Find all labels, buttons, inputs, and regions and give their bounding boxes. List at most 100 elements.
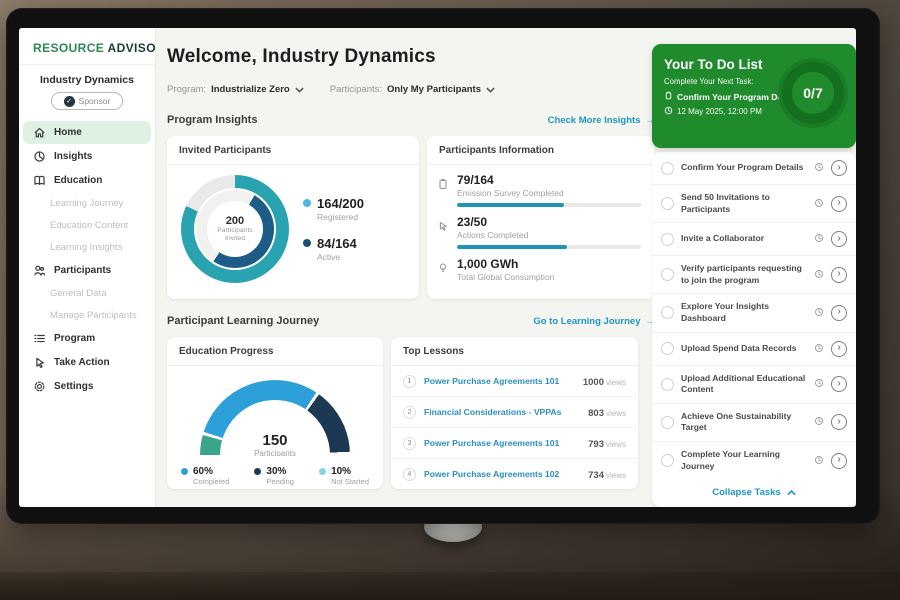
collapse-tasks-link[interactable]: Collapse Tasks <box>652 479 856 507</box>
timer-icon <box>814 340 824 358</box>
program-dropdown[interactable]: Program: Industrialize Zero <box>167 80 304 98</box>
link-label: Go to Learning Journey <box>533 316 640 327</box>
info-body: 79/164 Emission Survey Completed 23/50 A… <box>427 165 655 282</box>
task-checkbox[interactable] <box>661 268 674 281</box>
lesson-rank: 3 <box>403 437 416 450</box>
registered-dot <box>303 199 311 207</box>
task-row: Upload Spend Data Records › <box>652 333 856 366</box>
chevron-down-icon <box>486 80 495 98</box>
list-icon <box>33 332 46 345</box>
chevron-right-button[interactable]: › <box>831 196 847 212</box>
sponsor-badge: ✓ Sponsor <box>51 92 123 110</box>
task-row: Confirm Your Program Details › <box>652 152 856 185</box>
sidebar-item-settings[interactable]: Settings <box>23 375 151 398</box>
check-more-insights-link[interactable]: Check More Insights → <box>548 115 655 126</box>
not-started-value: 10% <box>331 466 369 477</box>
task-label: Verify participants requesting to join t… <box>681 263 807 286</box>
task-checkbox[interactable] <box>661 233 674 246</box>
participants-information-card: Participants Information 79/164 Emission… <box>427 136 655 299</box>
task-checkbox[interactable] <box>661 342 674 355</box>
invited-participants-card: Invited Participants 200 Participants In… <box>167 136 419 299</box>
task-checkbox[interactable] <box>661 306 674 319</box>
lesson-row: 3 Power Purchase Agreements 101 793views <box>391 428 638 459</box>
sidebar-item-manage-participants[interactable]: Manage Participants <box>23 305 151 326</box>
info-row-actions: 23/50 Actions Completed <box>437 215 641 249</box>
card-title: Participants Information <box>427 136 655 165</box>
timer-icon <box>814 375 824 393</box>
task-checkbox[interactable] <box>661 197 674 210</box>
program-label: Program: <box>167 84 206 95</box>
lesson-link[interactable]: Power Purchase Agreements 101 <box>424 438 580 448</box>
pending-value: 30% <box>266 466 294 477</box>
views-suffix: views <box>606 471 626 480</box>
completed-dot <box>181 468 188 475</box>
views-suffix: views <box>606 409 626 418</box>
app-logo: RESOURCE ADVISOR+ <box>19 28 155 65</box>
survey-progress-track <box>457 203 641 207</box>
task-label: Explore Your Insights Dashboard <box>681 301 807 324</box>
chevron-right-button[interactable]: › <box>831 453 847 469</box>
go-to-learning-journey-link[interactable]: Go to Learning Journey → <box>533 316 655 327</box>
task-checkbox[interactable] <box>661 416 674 429</box>
timer-icon <box>814 266 824 284</box>
sidebar-item-insights[interactable]: Insights <box>23 145 151 168</box>
section-title: Program Insights <box>167 114 257 126</box>
sidebar-item-learning-journey[interactable]: Learning Journey <box>23 193 151 214</box>
sidebar-item-general-data[interactable]: General Data <box>23 283 151 304</box>
task-label: Complete Your Learning Journey <box>681 449 807 472</box>
lesson-link[interactable]: Financial Considerations - VPPAs <box>424 407 580 417</box>
sidebar-item-education[interactable]: Education <box>23 169 151 192</box>
task-label: Send 50 Invitations to Participants <box>681 192 807 215</box>
clock-icon <box>664 106 673 117</box>
todo-progress-badge: 0/7 <box>782 62 844 124</box>
participants-dropdown[interactable]: Participants: Only My Participants <box>330 80 495 98</box>
sidebar-nav: Home Insights Education Learning Journey <box>19 118 155 401</box>
task-checkbox[interactable] <box>661 454 674 467</box>
lesson-rank: 2 <box>403 406 416 419</box>
lightbulb-icon <box>437 257 450 282</box>
lesson-views: 803 <box>588 408 604 419</box>
sidebar: RESOURCE ADVISOR+ Industry Dynamics ✓ Sp… <box>19 28 156 507</box>
sidebar-item-participants[interactable]: Participants <box>23 259 151 282</box>
participants-value: Only My Participants <box>387 84 481 95</box>
chevron-right-button[interactable]: › <box>831 414 847 430</box>
lesson-views: 734 <box>588 470 604 481</box>
chevron-right-button[interactable]: › <box>831 231 847 247</box>
chevron-right-button[interactable]: › <box>831 267 847 283</box>
lesson-row: 4 Power Purchase Agreements 102 734views <box>391 459 638 489</box>
chevron-right-button[interactable]: › <box>831 376 847 392</box>
chevron-down-icon <box>295 80 304 98</box>
timer-icon <box>814 159 824 177</box>
chevron-right-button[interactable]: › <box>831 305 847 321</box>
lesson-link[interactable]: Power Purchase Agreements 102 <box>424 469 580 479</box>
chevron-right-button[interactable]: › <box>831 341 847 357</box>
cursor-click-icon <box>437 215 450 249</box>
task-label: Invite a Collaborator <box>681 233 807 245</box>
task-checkbox[interactable] <box>661 162 674 175</box>
gear-icon <box>33 380 46 393</box>
sidebar-item-learning-insights[interactable]: Learning Insights <box>23 237 151 258</box>
photo-background: RESOURCE ADVISOR+ Industry Dynamics ✓ Sp… <box>0 0 900 600</box>
sidebar-item-take-action[interactable]: Take Action <box>23 351 151 374</box>
task-label: Upload Additional Educational Content <box>681 373 807 396</box>
legend-completed: 60% Completed <box>181 466 229 486</box>
task-checkbox[interactable] <box>661 378 674 391</box>
program-value: Industrialize Zero <box>211 84 290 95</box>
lesson-link[interactable]: Power Purchase Agreements 101 <box>424 376 575 386</box>
link-label: Check More Insights <box>548 115 641 126</box>
timer-icon <box>814 230 824 248</box>
top-lessons-card: Top Lessons 1 Power Purchase Agreements … <box>391 337 638 489</box>
sidebar-item-education-content[interactable]: Education Content <box>23 215 151 236</box>
chevron-right-button[interactable]: › <box>831 160 847 176</box>
home-icon <box>33 126 46 139</box>
todo-tasks-card: Confirm Your Program Details › Send 50 I… <box>652 152 856 507</box>
donut-legend: 164/200 Registered 84/164 Active <box>303 196 364 262</box>
sidebar-item-label: Take Action <box>54 357 110 368</box>
sidebar-item-label: Education <box>54 175 102 186</box>
brand-secondary: ADVISOR <box>108 41 156 55</box>
legend-pending: 30% Pending <box>254 466 294 486</box>
sidebar-item-home[interactable]: Home <box>23 121 151 144</box>
dashboard-screen: RESOURCE ADVISOR+ Industry Dynamics ✓ Sp… <box>19 28 856 507</box>
sidebar-item-program[interactable]: Program <box>23 327 151 350</box>
not-started-dot <box>319 468 326 475</box>
